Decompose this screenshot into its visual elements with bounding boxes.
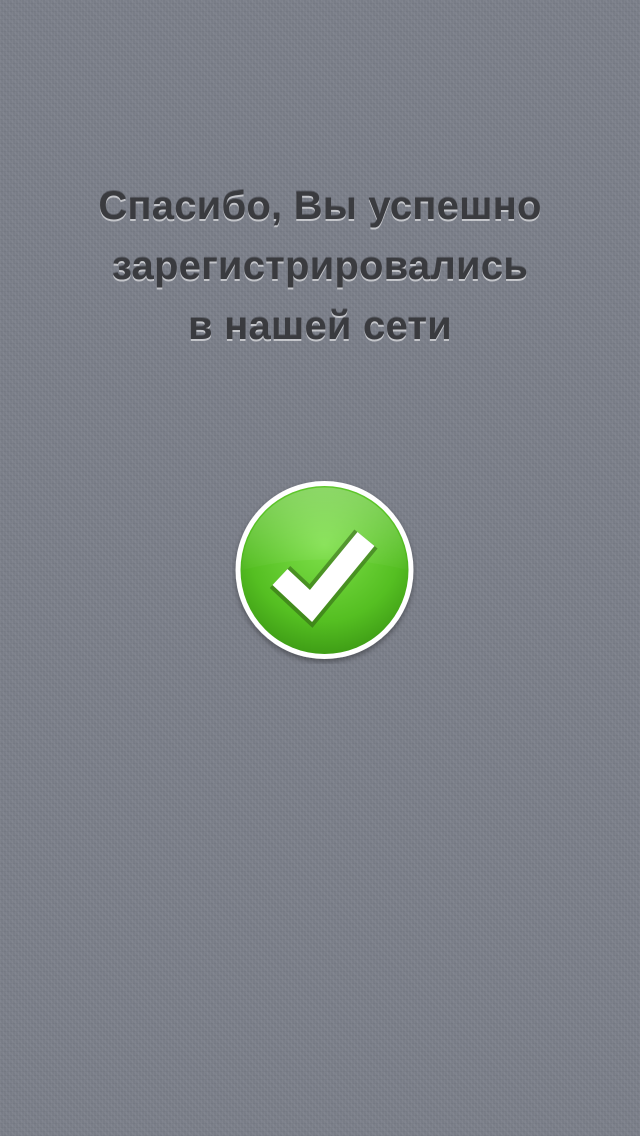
- success-message: Спасибо, Вы успешно зарегистрировались в…: [0, 176, 640, 356]
- success-message-line-2: зарегистрировались: [111, 244, 528, 288]
- checkmark-success-icon: [232, 479, 417, 664]
- success-message-line-3: в нашей сети: [188, 304, 452, 348]
- success-message-line-1: Спасибо, Вы успешно: [98, 184, 542, 228]
- registration-success-screen: Спасибо, Вы успешно зарегистрировались в…: [0, 0, 640, 1136]
